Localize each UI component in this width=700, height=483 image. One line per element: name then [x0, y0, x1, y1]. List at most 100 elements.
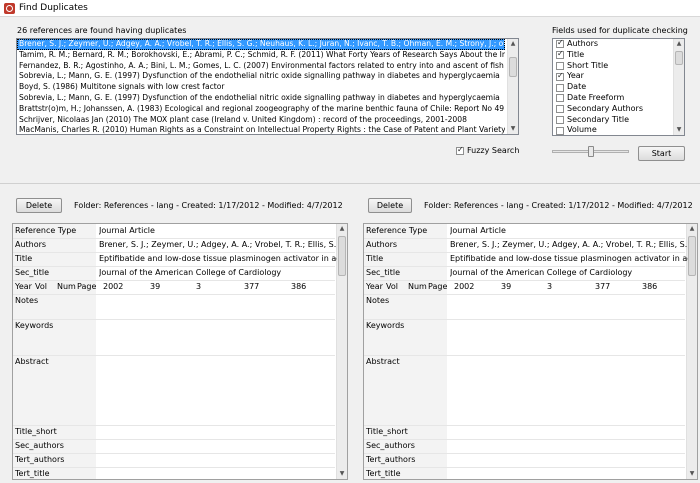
- scroll-up-icon[interactable]: ▲: [337, 224, 347, 234]
- field-value[interactable]: Journal Article: [450, 226, 688, 235]
- scroll-thumb[interactable]: [338, 236, 346, 276]
- row-divider: [13, 280, 335, 281]
- reference-row[interactable]: Brattstr(o)m, H.; Johanssen, A. (1983) E…: [17, 104, 505, 115]
- title-bar: Find Duplicates: [0, 0, 700, 17]
- field-key: Vol: [386, 282, 398, 291]
- field-option[interactable]: Secondary Authors: [553, 104, 684, 115]
- field-value[interactable]: 377: [595, 282, 610, 291]
- scroll-up-icon[interactable]: ▲: [674, 39, 684, 49]
- field-key: Page: [428, 282, 448, 291]
- field-value[interactable]: 377: [244, 282, 259, 291]
- scroll-down-icon[interactable]: ▼: [674, 125, 684, 135]
- field-value[interactable]: Journal of the American College of Cardi…: [450, 268, 688, 277]
- delete-right-button[interactable]: Delete: [368, 198, 412, 213]
- field-key: Abstract: [366, 357, 400, 366]
- field-key: Title_short: [366, 427, 408, 436]
- field-value[interactable]: 39: [150, 282, 160, 291]
- start-button[interactable]: Start: [638, 146, 685, 161]
- field-option[interactable]: Year: [553, 71, 684, 82]
- field-option[interactable]: Title: [553, 49, 684, 61]
- reference-row[interactable]: Boyd, S. (1986) Multitone signals with l…: [17, 82, 505, 93]
- scroll-down-icon[interactable]: ▼: [508, 124, 518, 134]
- duplicate-fields-list[interactable]: AuthorsTitleShort TitleYearDateDate Free…: [552, 38, 685, 136]
- duplicate-references-list[interactable]: Brener, S. J.; Zeymer, U.; Adgey, A. A.;…: [16, 38, 519, 135]
- field-value[interactable]: Brener, S. J.; Zeymer, U.; Adgey, A. A.;…: [99, 240, 337, 249]
- fuzziness-slider[interactable]: [552, 146, 629, 157]
- reference-row[interactable]: Sobrevia, L.; Mann, G. E. (1997) Dysfunc…: [17, 71, 505, 82]
- field-value[interactable]: Eptifibatide and low-dose tissue plasmin…: [99, 254, 337, 263]
- fuzzy-search-toggle[interactable]: Fuzzy Search: [456, 145, 520, 155]
- field-key: Title: [366, 254, 384, 263]
- field-key: Sec_authors: [366, 441, 415, 450]
- field-key: Page: [77, 282, 97, 291]
- field-checkbox[interactable]: [556, 115, 564, 124]
- scroll-down-icon[interactable]: ▼: [687, 469, 697, 479]
- field-checkbox[interactable]: [556, 71, 564, 82]
- scroll-up-icon[interactable]: ▲: [687, 224, 697, 234]
- reference-row[interactable]: MacManis, Charles R. (2010) Human Rights…: [17, 125, 505, 134]
- fields-heading: Fields used for duplicate checking: [552, 26, 688, 35]
- field-checkbox[interactable]: [556, 83, 564, 92]
- scroll-down-icon[interactable]: ▼: [337, 469, 347, 479]
- reference-row[interactable]: Tamim, R. M.; Bernard, R. M.; Borokhovsk…: [17, 50, 505, 61]
- field-value[interactable]: 3: [196, 282, 201, 291]
- field-value[interactable]: 39: [501, 282, 511, 291]
- field-key: Keywords: [15, 321, 54, 330]
- slider-knob[interactable]: [587, 146, 594, 157]
- row-divider: [13, 266, 335, 267]
- scroll-thumb[interactable]: [675, 51, 683, 65]
- field-key: Notes: [366, 296, 390, 305]
- fuzzy-search-checkbox[interactable]: [456, 145, 464, 155]
- field-key: Authors: [15, 240, 47, 249]
- field-option[interactable]: Date: [553, 82, 684, 93]
- row-divider: [364, 439, 685, 440]
- field-option[interactable]: Short Title: [553, 61, 684, 72]
- row-divider: [13, 238, 335, 239]
- field-option[interactable]: Volume: [553, 125, 684, 135]
- fields-scrollbar[interactable]: ▲ ▼: [673, 39, 684, 135]
- field-value[interactable]: 2002: [454, 282, 474, 291]
- fuzzy-search-label: Fuzzy Search: [467, 146, 520, 155]
- row-divider: [13, 425, 335, 426]
- row-divider: [364, 294, 685, 295]
- scroll-thumb[interactable]: [688, 236, 696, 276]
- field-option[interactable]: Authors: [553, 39, 684, 50]
- field-checkbox[interactable]: [556, 126, 564, 135]
- left-record-info: Folder: References - lang - Created: 1/1…: [74, 201, 343, 210]
- references-scrollbar[interactable]: ▲ ▼: [507, 39, 518, 134]
- right-record-pane[interactable]: ▲ ▼ Reference Type Journal Article Authors…: [363, 223, 698, 480]
- left-record-scrollbar[interactable]: ▲ ▼: [336, 224, 347, 479]
- field-checkbox[interactable]: [556, 94, 564, 103]
- scroll-thumb[interactable]: [509, 57, 517, 77]
- row-divider: [364, 467, 685, 468]
- field-checkbox[interactable]: [556, 49, 564, 60]
- field-option[interactable]: Secondary Title: [553, 115, 684, 126]
- field-value[interactable]: 386: [291, 282, 306, 291]
- left-record-pane[interactable]: ▲ ▼ Reference Type Journal Article Authors…: [12, 223, 348, 480]
- reference-row[interactable]: Fernandez, B. R.; Agostinho, A. A.; Bini…: [17, 61, 505, 72]
- delete-left-button[interactable]: Delete: [16, 198, 62, 213]
- field-value[interactable]: 2002: [103, 282, 123, 291]
- field-option-label: Secondary Title: [567, 114, 630, 124]
- field-value[interactable]: Brener, S. J.; Zeymer, U.; Adgey, A. A.;…: [450, 240, 688, 249]
- app-icon: [4, 3, 15, 14]
- scroll-up-icon[interactable]: ▲: [508, 39, 518, 49]
- reference-row[interactable]: Sobrevia, L.; Mann, G. E. (1997) Dysfunc…: [17, 93, 505, 104]
- field-option[interactable]: Date Freeform: [553, 93, 684, 104]
- field-checkbox[interactable]: [556, 61, 564, 70]
- field-value[interactable]: 3: [547, 282, 552, 291]
- field-key: Tert_title: [15, 469, 50, 478]
- field-option-label: Secondary Authors: [567, 103, 644, 113]
- field-checkbox[interactable]: [556, 39, 564, 49]
- field-value[interactable]: Journal Article: [99, 226, 337, 235]
- field-key: Title: [15, 254, 33, 263]
- reference-row[interactable]: Brener, S. J.; Zeymer, U.; Adgey, A. A.;…: [17, 39, 505, 50]
- reference-row[interactable]: Schrijver, Nicolaas Jan (2010) The MOX p…: [17, 115, 505, 126]
- field-value[interactable]: Eptifibatide and low-dose tissue plasmin…: [450, 254, 688, 263]
- field-value[interactable]: 386: [642, 282, 657, 291]
- field-value[interactable]: Journal of the American College of Cardi…: [99, 268, 337, 277]
- divider: [0, 183, 700, 184]
- field-option-label: Year: [567, 71, 584, 81]
- field-key: Num: [57, 282, 76, 291]
- field-checkbox[interactable]: [556, 105, 564, 114]
